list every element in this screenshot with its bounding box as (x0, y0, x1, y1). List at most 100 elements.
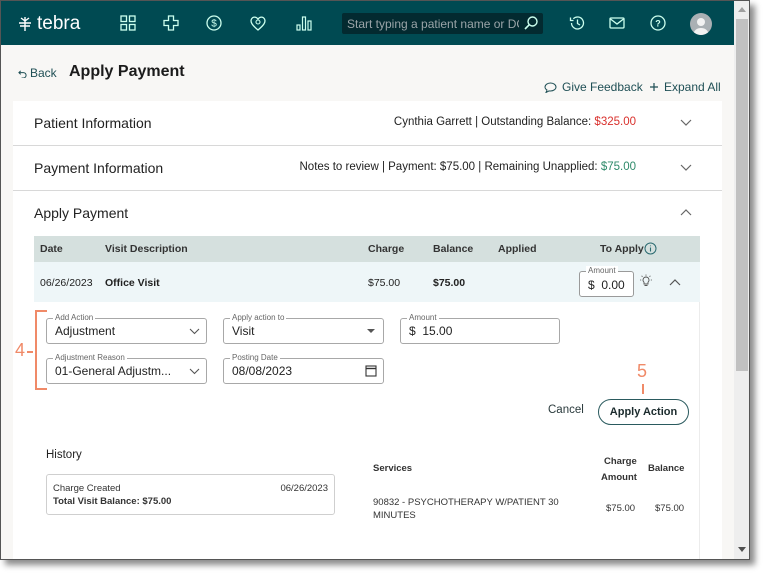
visit-balance: $75.00 (433, 277, 466, 289)
column-to-apply: To Apply (600, 243, 644, 255)
mail-icon[interactable] (608, 14, 626, 32)
column-charge: Charge (368, 243, 405, 255)
plus-icon (650, 83, 658, 91)
annotation-step-4: 4 (15, 340, 26, 360)
annotation-dash (27, 351, 33, 353)
apply-action-button[interactable]: Apply Action (598, 399, 689, 425)
expand-all-label: Expand All (664, 80, 721, 94)
lightbulb-icon[interactable] (639, 274, 653, 288)
services-column-header: Services (373, 463, 413, 474)
visit-charge: $75.00 (368, 277, 401, 289)
history-clock-icon[interactable] (568, 14, 586, 32)
back-link[interactable]: Back (18, 66, 57, 80)
column-applied: Applied (498, 243, 537, 255)
add-action-value: Adjustment (55, 324, 116, 338)
dropdown-caret-icon (367, 329, 375, 333)
back-label: Back (30, 66, 57, 80)
amount-input[interactable]: Amount $ 15.00 (400, 313, 560, 344)
amount-value: 15.00 (422, 324, 453, 338)
column-date: Date (40, 243, 63, 255)
user-avatar[interactable] (690, 13, 712, 35)
service-description-line1: 90832 - PSYCHOTHERAPY W/PATIENT 30 (373, 497, 559, 508)
amount-currency: $ (409, 324, 416, 338)
dashboard-grid-icon[interactable] (119, 14, 137, 32)
expand-all-link[interactable]: Expand All (649, 80, 721, 94)
apply-action-to-select[interactable]: Apply action to Visit (223, 313, 384, 344)
chevron-up-icon[interactable] (668, 277, 682, 287)
service-description-line2: MINUTES (373, 510, 416, 521)
currency-symbol: $ (588, 278, 595, 292)
tebra-mark-icon (19, 17, 31, 31)
annotation-pointer (642, 384, 644, 394)
give-feedback-link[interactable]: Give Feedback (544, 80, 643, 94)
cancel-button[interactable]: Cancel (548, 404, 584, 416)
search-icon[interactable] (523, 15, 539, 31)
to-apply-value: 0.00 (601, 278, 625, 292)
chevron-down-icon[interactable] (679, 162, 693, 172)
charge-amount-column-header-line1: Charge (604, 456, 637, 467)
info-icon[interactable] (644, 242, 657, 255)
patient-search-input[interactable] (347, 16, 519, 31)
patient-heart-icon[interactable] (249, 14, 267, 32)
annotation-step-5: 5 (637, 361, 648, 381)
adjustment-reason-label: Adjustment Reason (53, 353, 127, 363)
table-row[interactable]: 06/26/2023 Office Visit $75.00 $75.00 Am… (34, 262, 700, 302)
adjustment-reason-value: 01-General Adjustm... (55, 364, 172, 378)
clinical-cross-icon[interactable] (162, 14, 180, 32)
posting-date-input[interactable]: Posting Date 08/08/2023 (223, 353, 384, 384)
accordion-patient-information[interactable]: Patient Information Cynthia Garrett | Ou… (13, 101, 722, 146)
to-apply-amount-input[interactable]: Amount $ 0.00 (579, 266, 634, 297)
payment-summary-text: Notes to review | Payment: $75.00 | Rema… (299, 161, 601, 173)
visit-date: 06/26/2023 (40, 277, 93, 289)
history-total: Total Visit Balance: $75.00 (53, 496, 172, 507)
annotation-bracket (35, 310, 47, 390)
amount-label: Amount (586, 266, 618, 275)
visits-table-header: Date Visit Description Charge Balance Ap… (34, 236, 700, 262)
page-title: Apply Payment (69, 63, 185, 80)
outstanding-balance-value: $325.00 (594, 116, 636, 128)
svg-text:?: ? (655, 19, 661, 29)
payment-summary: Notes to review | Payment: $75.00 | Rema… (300, 161, 637, 173)
patient-summary-text: Cynthia Garrett | Outstanding Balance: (393, 116, 595, 128)
charge-amount-column-header-line2: Amount (601, 472, 637, 483)
calendar-icon[interactable] (365, 364, 377, 377)
history-date: 06/26/2023 (280, 483, 328, 494)
adjustment-reason-select[interactable]: Adjustment Reason 01-General Adjustm... (46, 353, 207, 384)
speech-bubble-icon (544, 81, 557, 93)
apply-action-to-label: Apply action to (230, 313, 287, 323)
apply-action-to-value: Visit (232, 324, 255, 338)
history-event: Charge Created (53, 483, 121, 494)
billing-dollar-icon[interactable]: $ (205, 14, 223, 32)
chevron-up-icon[interactable] (679, 207, 693, 217)
patient-information-title: Patient Information (34, 115, 152, 131)
history-entry: Charge Created 06/26/2023 Total Visit Ba… (46, 474, 335, 515)
visit-description: Office Visit (105, 277, 160, 289)
service-charge-amount: $75.00 (606, 503, 636, 514)
apply-payment-section-title: Apply Payment (34, 205, 129, 221)
reports-bar-chart-icon[interactable] (295, 14, 313, 32)
tebra-logo[interactable]: tebra (17, 13, 80, 35)
svg-text:$: $ (211, 19, 217, 30)
payment-information-title: Payment Information (34, 160, 164, 176)
accordion-payment-information[interactable]: Payment Information Notes to review | Pa… (13, 146, 722, 191)
vertical-scrollbar[interactable] (734, 1, 749, 559)
remaining-unapplied-value: $75.00 (600, 161, 636, 173)
scrollbar-thumb[interactable] (736, 19, 748, 371)
scroll-up-arrow[interactable] (738, 7, 746, 12)
column-visit-description: Visit Description (105, 243, 188, 255)
patient-search (342, 13, 543, 34)
chevron-down-icon[interactable] (679, 117, 693, 127)
help-icon[interactable]: ? (649, 14, 667, 32)
chevron-down-icon (189, 368, 200, 375)
accordion-apply-payment[interactable]: Apply Payment (13, 191, 722, 236)
posting-date-label: Posting Date (230, 353, 280, 363)
scroll-down-arrow[interactable] (738, 547, 746, 552)
amount-field-label: Amount (407, 313, 439, 323)
top-navigation-bar: tebra $ ? (1, 1, 734, 45)
browser-window: tebra $ ? Back Apply Payment Give Feedba… (0, 0, 750, 560)
add-action-select[interactable]: Add Action Adjustment (46, 313, 207, 344)
user-silhouette-icon (693, 18, 709, 35)
brand-name: tebra (37, 13, 81, 34)
column-balance: Balance (433, 243, 474, 255)
add-action-label: Add Action (53, 313, 96, 323)
